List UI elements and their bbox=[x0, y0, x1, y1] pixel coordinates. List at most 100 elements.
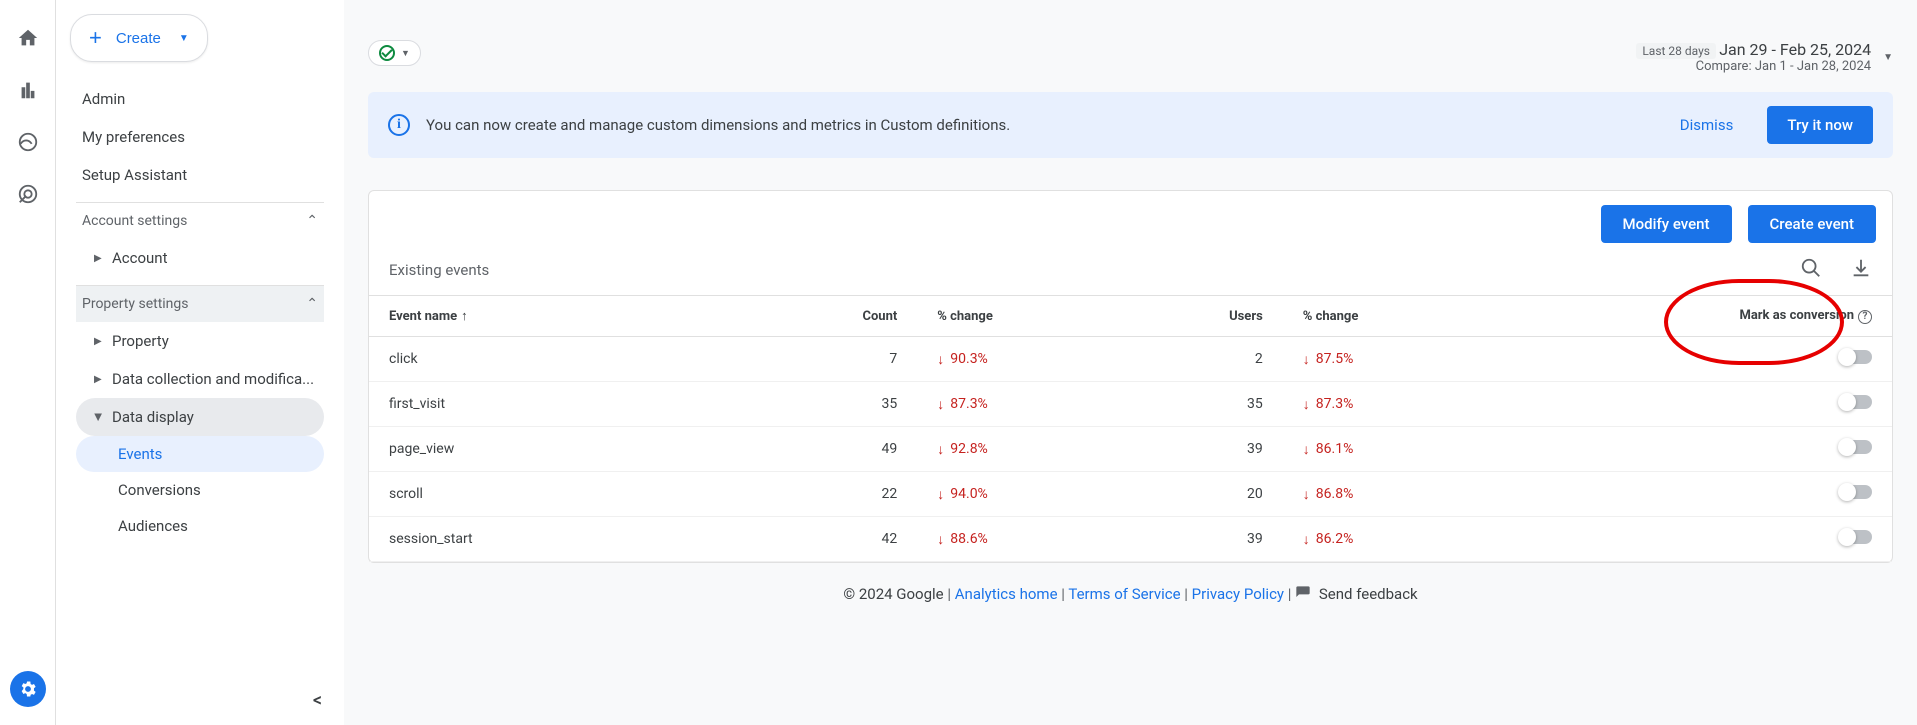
cell-count: 7 bbox=[795, 337, 917, 382]
conversion-toggle[interactable] bbox=[1840, 395, 1872, 409]
chevron-up-icon: ⌃ bbox=[306, 213, 318, 229]
col-users[interactable]: Users bbox=[1130, 296, 1282, 337]
info-banner: i You can now create and manage custom d… bbox=[368, 92, 1893, 158]
sidebar-item-data-display[interactable]: ▶ Data display bbox=[76, 398, 324, 436]
table-row: click7↓ 90.3%2↓ 87.5% bbox=[369, 337, 1892, 382]
col-count[interactable]: Count bbox=[795, 296, 917, 337]
cell-change-users: ↓ 87.5% bbox=[1283, 337, 1496, 382]
sidebar-item-admin[interactable]: Admin bbox=[76, 80, 324, 118]
cell-toggle bbox=[1496, 472, 1892, 517]
cell-count: 22 bbox=[795, 472, 917, 517]
arrow-down-icon: ↓ bbox=[1303, 351, 1310, 368]
cell-users: 39 bbox=[1130, 427, 1282, 472]
footer-link-home[interactable]: Analytics home bbox=[955, 585, 1058, 603]
home-icon[interactable] bbox=[16, 26, 40, 50]
search-icon[interactable] bbox=[1800, 257, 1822, 283]
sidebar-item-label: Data collection and modifica... bbox=[112, 370, 314, 388]
sidebar-group-property-settings[interactable]: Property settings ⌃ bbox=[76, 285, 324, 322]
create-event-button[interactable]: Create event bbox=[1748, 205, 1877, 243]
table-row: first_visit35↓ 87.3%35↓ 87.3% bbox=[369, 382, 1892, 427]
cell-toggle bbox=[1496, 337, 1892, 382]
cell-change-count: ↓ 87.3% bbox=[917, 382, 1130, 427]
chevron-up-icon: ⌃ bbox=[306, 296, 318, 312]
sidebar-item-account[interactable]: ▶ Account bbox=[76, 239, 324, 277]
dismiss-button[interactable]: Dismiss bbox=[1662, 116, 1752, 134]
cell-count: 42 bbox=[795, 517, 917, 562]
footer-link-tos[interactable]: Terms of Service bbox=[1068, 585, 1180, 603]
chevron-down-icon: ▼ bbox=[1883, 52, 1893, 63]
arrow-down-icon: ↓ bbox=[1303, 396, 1310, 413]
admin-sidebar: + Create ▼ Admin My preferences Setup As… bbox=[56, 0, 344, 725]
cell-event-name[interactable]: scroll bbox=[369, 472, 795, 517]
cell-toggle bbox=[1496, 517, 1892, 562]
sidebar-group-account-settings[interactable]: Account settings ⌃ bbox=[76, 202, 324, 239]
sidebar-group-label: Property settings bbox=[82, 296, 189, 312]
cell-count: 35 bbox=[795, 382, 917, 427]
date-compare-value: Compare: Jan 1 - Jan 28, 2024 bbox=[1636, 59, 1871, 74]
cell-event-name[interactable]: first_visit bbox=[369, 382, 795, 427]
sort-arrow-up-icon: ↑ bbox=[461, 309, 468, 324]
sidebar-item-label: Property bbox=[112, 332, 169, 350]
arrow-down-icon: ↓ bbox=[1303, 531, 1310, 548]
main-content: ▼ Last 28 days Jan 29 - Feb 25, 2024 Com… bbox=[344, 0, 1917, 725]
arrow-down-icon: ↓ bbox=[1303, 486, 1310, 503]
footer-link-privacy[interactable]: Privacy Policy bbox=[1192, 585, 1284, 603]
chevron-right-icon: ▶ bbox=[94, 336, 102, 347]
sidebar-sub-conversions[interactable]: Conversions bbox=[76, 472, 324, 508]
cell-change-users: ↓ 86.1% bbox=[1283, 427, 1496, 472]
sidebar-item-setup-assistant[interactable]: Setup Assistant bbox=[76, 156, 324, 194]
table-row: scroll22↓ 94.0%20↓ 86.8% bbox=[369, 472, 1892, 517]
cell-change-count: ↓ 94.0% bbox=[917, 472, 1130, 517]
cell-event-name[interactable]: page_view bbox=[369, 427, 795, 472]
chevron-down-icon: ▶ bbox=[93, 413, 104, 421]
status-chip[interactable]: ▼ bbox=[368, 40, 421, 66]
reports-icon[interactable] bbox=[16, 78, 40, 102]
download-icon[interactable] bbox=[1850, 257, 1872, 283]
cell-event-name[interactable]: click bbox=[369, 337, 795, 382]
create-label: Create bbox=[116, 30, 161, 47]
explore-icon[interactable] bbox=[16, 130, 40, 154]
chevron-down-icon: ▼ bbox=[401, 48, 410, 59]
cell-users: 20 bbox=[1130, 472, 1282, 517]
collapse-sidebar-button[interactable]: < bbox=[313, 690, 322, 711]
nav-rail bbox=[0, 0, 56, 725]
info-icon: i bbox=[388, 114, 410, 136]
col-change-users[interactable]: % change bbox=[1283, 296, 1496, 337]
sidebar-item-preferences[interactable]: My preferences bbox=[76, 118, 324, 156]
footer-feedback[interactable]: Send feedback bbox=[1319, 585, 1418, 603]
cell-change-count: ↓ 90.3% bbox=[917, 337, 1130, 382]
help-icon[interactable]: ? bbox=[1858, 310, 1872, 324]
events-table: Event name↑ Count % change Users % chang… bbox=[369, 295, 1892, 562]
conversion-toggle[interactable] bbox=[1840, 485, 1872, 499]
conversion-toggle[interactable] bbox=[1840, 530, 1872, 544]
table-row: page_view49↓ 92.8%39↓ 86.1% bbox=[369, 427, 1892, 472]
chevron-right-icon: ▶ bbox=[94, 253, 102, 264]
page-footer: © 2024 Google | Analytics home | Terms o… bbox=[368, 563, 1893, 627]
conversion-toggle[interactable] bbox=[1840, 350, 1872, 364]
sidebar-sub-audiences[interactable]: Audiences bbox=[76, 508, 324, 544]
sidebar-item-data-collection[interactable]: ▶ Data collection and modifica... bbox=[76, 360, 324, 398]
arrow-down-icon: ↓ bbox=[1303, 441, 1310, 458]
create-button[interactable]: + Create ▼ bbox=[70, 14, 208, 62]
arrow-down-icon: ↓ bbox=[937, 396, 944, 413]
date-range-label: Last 28 days bbox=[1636, 43, 1716, 59]
cell-event-name[interactable]: session_start bbox=[369, 517, 795, 562]
cell-change-users: ↓ 86.8% bbox=[1283, 472, 1496, 517]
sidebar-item-property[interactable]: ▶ Property bbox=[76, 322, 324, 360]
conversion-toggle[interactable] bbox=[1840, 440, 1872, 454]
cell-users: 39 bbox=[1130, 517, 1282, 562]
col-event-name[interactable]: Event name↑ bbox=[369, 296, 795, 337]
col-change-count[interactable]: % change bbox=[917, 296, 1130, 337]
sidebar-sub-events[interactable]: Events bbox=[76, 436, 324, 472]
cell-users: 35 bbox=[1130, 382, 1282, 427]
admin-gear-icon[interactable] bbox=[10, 671, 46, 707]
cell-users: 2 bbox=[1130, 337, 1282, 382]
date-range-value: Jan 29 - Feb 25, 2024 bbox=[1719, 40, 1871, 59]
advertising-icon[interactable] bbox=[16, 182, 40, 206]
cell-change-users: ↓ 86.2% bbox=[1283, 517, 1496, 562]
date-range-picker[interactable]: Last 28 days Jan 29 - Feb 25, 2024 Compa… bbox=[1636, 40, 1893, 74]
try-it-now-button[interactable]: Try it now bbox=[1767, 106, 1873, 144]
cell-change-count: ↓ 92.8% bbox=[917, 427, 1130, 472]
cell-toggle bbox=[1496, 382, 1892, 427]
modify-event-button[interactable]: Modify event bbox=[1601, 205, 1732, 243]
